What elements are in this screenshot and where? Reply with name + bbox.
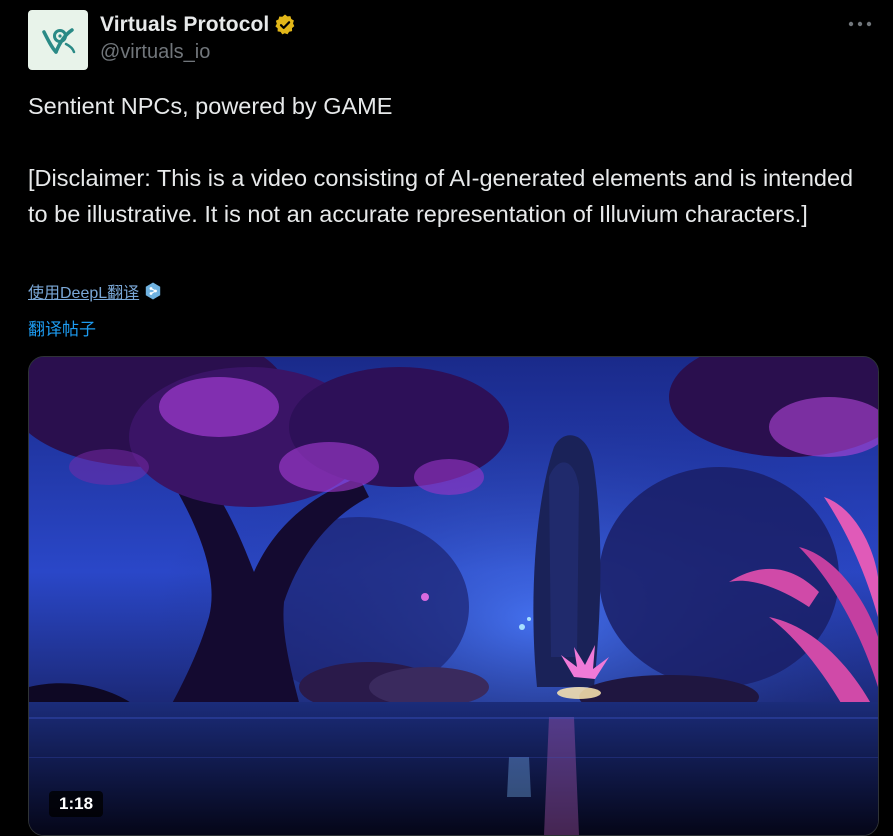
virtuals-logo-icon <box>42 28 76 54</box>
video-thumbnail <box>29 357 878 835</box>
avatar[interactable] <box>28 10 88 70</box>
display-name[interactable]: Virtuals Protocol <box>100 13 269 37</box>
deepl-translate-link[interactable]: 使用DeepL翻译 <box>28 279 163 303</box>
video-duration: 1:18 <box>49 791 104 817</box>
tweet-line-2: [Disclaimer: This is a video consisting … <box>28 165 854 227</box>
tweet: Virtuals Protocol @virtuals_io Sentient … <box>0 0 893 836</box>
handle[interactable]: @virtuals_io <box>100 41 297 64</box>
translate-post-link[interactable]: 翻译帖子 <box>28 315 96 340</box>
more-horizontal-icon <box>848 21 872 27</box>
tweet-line-1: Sentient NPCs, powered by GAME <box>28 93 393 119</box>
display-name-row: Virtuals Protocol <box>100 10 297 40</box>
verified-badge-icon[interactable] <box>273 13 297 37</box>
deepl-icon <box>145 282 161 300</box>
video-player[interactable]: 1:18 <box>28 356 879 836</box>
deepl-translate-label: 使用DeepL翻译 <box>28 285 140 302</box>
more-button[interactable] <box>845 12 875 36</box>
tweet-text: Sentient NPCs, powered by GAME [Disclaim… <box>28 88 878 232</box>
author-info: Virtuals Protocol @virtuals_io <box>100 10 297 64</box>
